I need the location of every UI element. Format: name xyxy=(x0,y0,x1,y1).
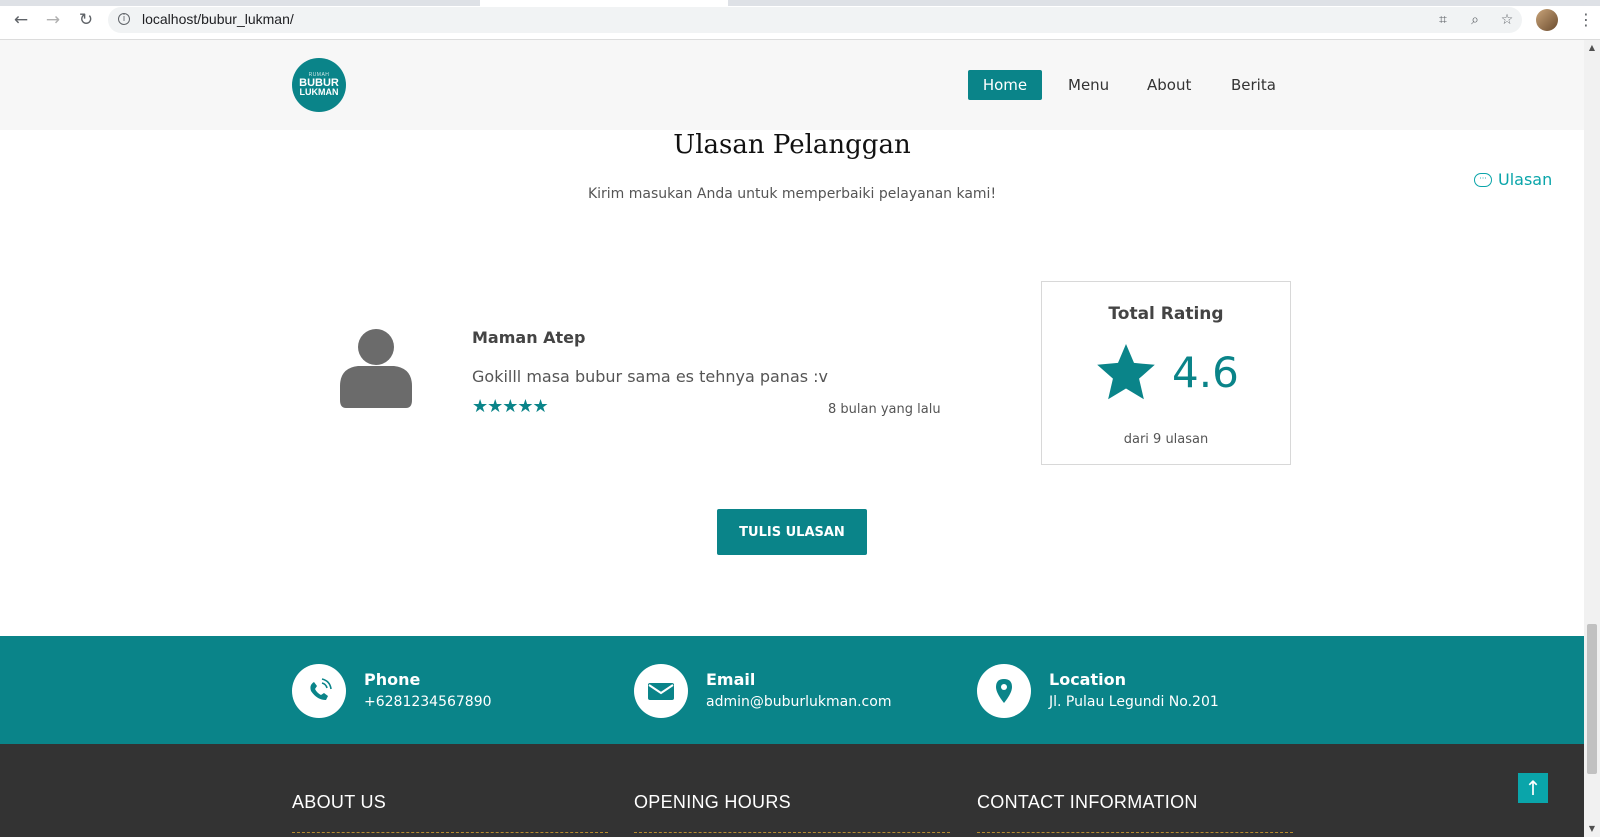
write-review-button[interactable]: TULIS ULASAN xyxy=(717,509,867,555)
total-rating-title: Total Rating xyxy=(1108,304,1224,324)
footer-contact-heading: CONTACT INFORMATION xyxy=(977,792,1198,812)
map-pin-icon xyxy=(977,664,1031,718)
logo-line2: LUKMAN xyxy=(299,87,339,97)
page-scrollbar[interactable]: ▲ ▼ xyxy=(1584,40,1600,837)
section-subtitle: Kirim masukan Anda untuk memperbaiki pel… xyxy=(587,186,997,202)
footer-divider xyxy=(634,832,950,833)
email-label: Email xyxy=(706,670,756,689)
browser-menu-icon[interactable]: ⋮ xyxy=(1578,9,1594,31)
rating-value: 4.6 xyxy=(1172,348,1239,397)
site-logo[interactable]: RUMAH BUBUR LUKMAN xyxy=(292,58,346,112)
active-tab[interactable] xyxy=(480,0,728,6)
site-header: RUMAH BUBUR LUKMAN Home Menu About Berit… xyxy=(0,40,1584,130)
profile-avatar[interactable] xyxy=(1536,9,1558,31)
review-stars: ★★★★★ xyxy=(472,396,549,417)
browser-toolbar: ← → ↻ i localhost/bubur_lukman/ ⌗ ⌕ ☆ ⋮ xyxy=(0,0,1600,40)
rating-count: dari 9 ulasan xyxy=(1123,432,1209,447)
review-text: Gokilll masa bubur sama es tehnya panas … xyxy=(472,367,829,386)
address-bar[interactable]: i localhost/bubur_lukman/ ⌗ ⌕ ☆ xyxy=(108,7,1522,33)
phone-label: Phone xyxy=(364,670,421,689)
nav-menu[interactable]: Menu xyxy=(1068,70,1109,100)
section-title: Ulasan Pelanggan xyxy=(673,130,911,160)
bookmark-star-icon[interactable]: ☆ xyxy=(1498,11,1516,29)
nav-about[interactable]: About xyxy=(1147,70,1191,100)
reviewer-name: Maman Atep xyxy=(472,328,586,347)
footer-about-heading: ABOUT US xyxy=(292,792,387,812)
scroll-thumb[interactable] xyxy=(1587,624,1597,774)
nav-home[interactable]: Home xyxy=(968,70,1042,100)
phone-value[interactable]: +6281234567890 xyxy=(364,694,492,710)
review-date: 8 bulan yang lalu xyxy=(828,402,941,417)
envelope-icon xyxy=(634,664,688,718)
reload-icon[interactable]: ↻ xyxy=(75,9,97,31)
nav-berita[interactable]: Berita xyxy=(1231,70,1276,100)
ulasan-link-label: Ulasan xyxy=(1498,170,1553,189)
translate-icon[interactable]: ⌗ xyxy=(1434,11,1452,29)
email-value[interactable]: admin@buburlukman.com xyxy=(706,694,891,710)
footer-divider xyxy=(977,832,1293,833)
scroll-up-icon[interactable]: ▲ xyxy=(1584,40,1600,56)
url-text[interactable]: localhost/bubur_lukman/ xyxy=(142,11,294,27)
ulasan-link[interactable]: ··· Ulasan xyxy=(1474,170,1552,189)
chat-bubble-icon: ··· xyxy=(1474,172,1492,187)
back-icon[interactable]: ← xyxy=(10,9,32,31)
footer-divider xyxy=(292,832,608,833)
tab-strip xyxy=(0,0,1600,6)
back-to-top-button[interactable]: ↑ xyxy=(1518,773,1548,803)
location-value: Jl. Pulau Legundi No.201 xyxy=(1049,694,1219,710)
total-rating-card: Total Rating 4.6 dari 9 ulasan xyxy=(1041,281,1291,465)
logo-top-text: RUMAH xyxy=(308,72,330,78)
user-avatar-icon xyxy=(340,329,412,408)
site-info-icon[interactable]: i xyxy=(118,13,130,25)
phone-icon xyxy=(292,664,346,718)
footer-hours-heading: OPENING HOURS xyxy=(634,792,791,812)
arrow-up-icon: ↑ xyxy=(1524,776,1542,800)
location-label: Location xyxy=(1049,670,1126,689)
zoom-icon[interactable]: ⌕ xyxy=(1466,11,1484,29)
forward-icon[interactable]: → xyxy=(42,9,64,31)
scroll-down-icon[interactable]: ▼ xyxy=(1584,821,1600,837)
contact-strip: Phone +6281234567890 Email admin@buburlu… xyxy=(0,636,1584,744)
star-icon xyxy=(1097,344,1155,400)
footer: ABOUT US OPENING HOURS CONTACT INFORMATI… xyxy=(0,744,1584,837)
